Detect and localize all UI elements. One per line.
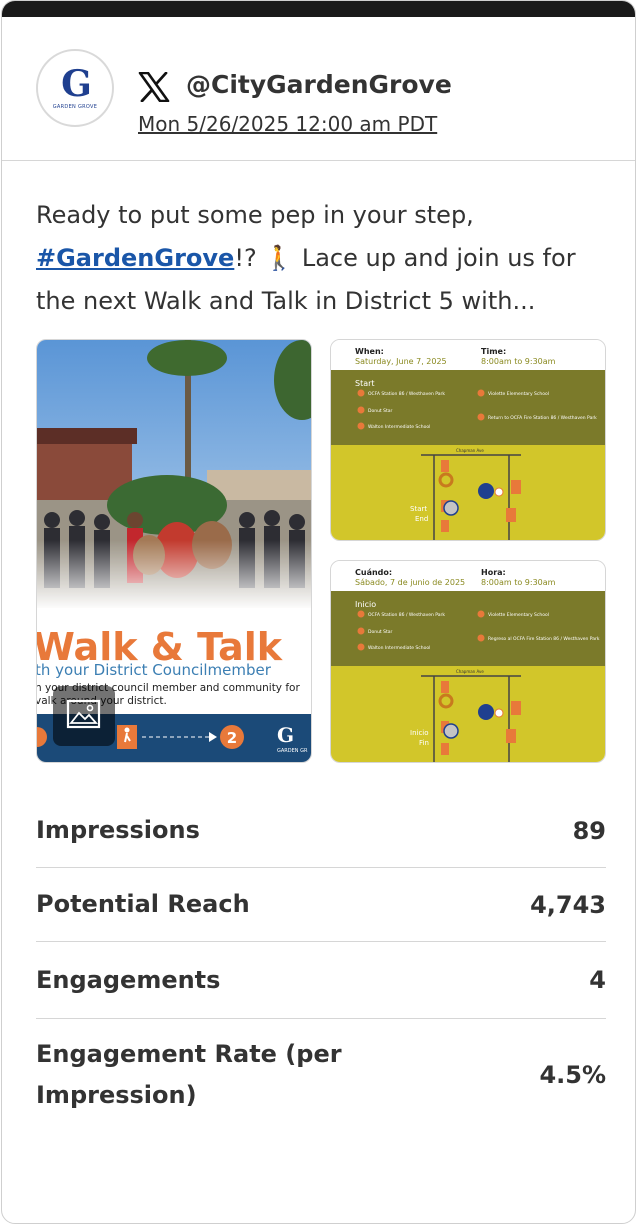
post-text-before: Ready to put some pep in your step, bbox=[36, 201, 474, 229]
stat-label: Impressions bbox=[36, 816, 200, 844]
route-stop: Walton Intermediate School bbox=[368, 424, 430, 430]
media-main-image[interactable]: Walk & Talk th your District Councilmemb… bbox=[36, 339, 312, 763]
route-map-spanish: Cuándo: Sábado, 7 de junio de 2025 Hora:… bbox=[331, 561, 605, 762]
post-timestamp[interactable]: Mon 5/26/2025 12:00 am PDT bbox=[138, 112, 437, 136]
when-label: When: bbox=[355, 347, 384, 356]
route-stop: Violette Elementary School bbox=[488, 391, 549, 397]
map-label-start: Start bbox=[410, 505, 427, 513]
avatar-logo-letter: G bbox=[61, 63, 92, 105]
route-stop: OCFA Station 86 / Westhaven Park bbox=[368, 391, 445, 397]
route-stop: Return to OCFA Fire Station 86 / Westhav… bbox=[488, 415, 597, 421]
route-section: Inicio bbox=[355, 600, 376, 609]
stat-label: Potential Reach bbox=[36, 890, 250, 918]
route-section: Start bbox=[355, 379, 375, 388]
stat-value: 4 bbox=[589, 966, 606, 994]
account-handle[interactable]: @CityGardenGrove bbox=[186, 70, 452, 99]
flyer-step-number: 2 bbox=[227, 729, 237, 747]
image-type-badge bbox=[53, 686, 115, 746]
stat-row-potential-reach: Potential Reach 4,743 bbox=[36, 868, 606, 942]
avatar-logo-text: GARDEN GROVE bbox=[52, 104, 98, 110]
map-label-start: Inicio bbox=[410, 729, 429, 737]
svg-text:G: G bbox=[277, 723, 294, 747]
street-label: Chapman Ave bbox=[456, 669, 484, 674]
map-label-end: Fin bbox=[419, 739, 429, 747]
card-top-bar bbox=[2, 1, 635, 17]
when-label: Cuándo: bbox=[355, 568, 392, 577]
time-label: Time: bbox=[481, 347, 506, 356]
stat-label: Engagements bbox=[36, 965, 221, 994]
time-value: 8:00am to 9:30am bbox=[481, 578, 556, 587]
route-stop: OCFA Station 86 / Westhaven Park bbox=[368, 612, 445, 618]
stat-value: 4,743 bbox=[530, 890, 606, 919]
post-stats: Impressions 89 Potential Reach 4,743 Eng… bbox=[36, 794, 606, 1131]
stat-value: 89 bbox=[572, 816, 606, 845]
walk-and-talk-flyer: Walk & Talk th your District Councilmemb… bbox=[37, 340, 311, 762]
time-label: Hora: bbox=[481, 568, 506, 577]
post-text: Ready to put some pep in your step, #Gar… bbox=[36, 194, 616, 323]
route-stop: Walton Intermediate School bbox=[368, 645, 430, 651]
x-logo-icon bbox=[138, 72, 170, 102]
route-map-english: When: Saturday, June 7, 2025 Time: 8:00a… bbox=[331, 340, 605, 540]
time-value: 8:00am to 9:30am bbox=[481, 357, 556, 366]
post-header: G GARDEN GROVE @CityGardenGrove Mon 5/26… bbox=[2, 17, 635, 161]
route-stop: Donut Star bbox=[368, 408, 392, 414]
flyer-subtitle: th your District Councilmember bbox=[37, 661, 272, 679]
route-stop: Violette Elementary School bbox=[488, 612, 549, 618]
post-card: G GARDEN GROVE @CityGardenGrove Mon 5/26… bbox=[1, 0, 636, 1224]
stat-row-engagements: Engagements 4 bbox=[36, 942, 606, 1019]
stat-row-engagement-rate: Engagement Rate (per Impression) 4.5% bbox=[36, 1019, 606, 1131]
route-stop: Regreso al OCFA Fire Station 86 / Westha… bbox=[488, 636, 600, 642]
street-label: Chapman Ave bbox=[456, 448, 484, 453]
when-value: Saturday, June 7, 2025 bbox=[355, 357, 447, 366]
when-value: Sábado, 7 de junio de 2025 bbox=[355, 578, 465, 587]
map-label-end: End bbox=[415, 515, 428, 523]
media-route-map-english[interactable]: When: Saturday, June 7, 2025 Time: 8:00a… bbox=[330, 339, 606, 541]
hashtag-link[interactable]: #GardenGrove bbox=[36, 244, 234, 272]
media-gallery: Walk & Talk th your District Councilmemb… bbox=[36, 339, 606, 763]
stat-value: 4.5% bbox=[539, 1061, 606, 1089]
flyer-brand-text: GARDEN GR bbox=[277, 748, 308, 754]
avatar[interactable]: G GARDEN GROVE bbox=[36, 49, 114, 127]
route-stop: Donut Star bbox=[368, 629, 392, 635]
stat-row-impressions: Impressions 89 bbox=[36, 794, 606, 868]
stat-label: Engagement Rate (per Impression) bbox=[36, 1040, 342, 1109]
media-route-map-spanish[interactable]: Cuándo: Sábado, 7 de junio de 2025 Hora:… bbox=[330, 560, 606, 763]
